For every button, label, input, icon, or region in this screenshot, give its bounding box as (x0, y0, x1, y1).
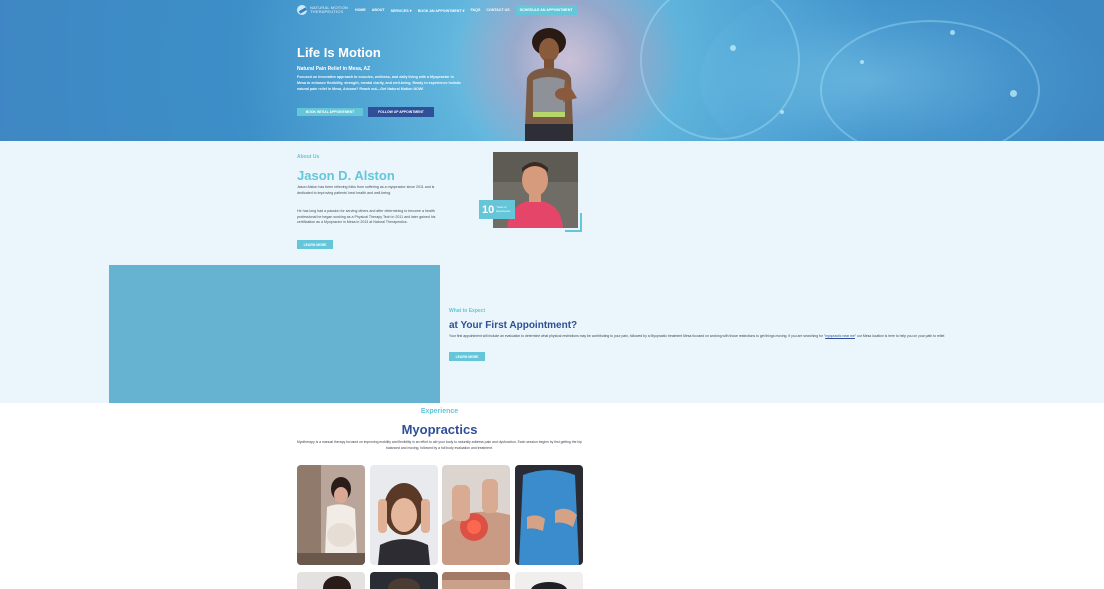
service-image-row2-3 (442, 572, 510, 589)
headache-image (370, 465, 438, 565)
hero-background-dot (730, 45, 736, 51)
service-image-row2-4 (515, 572, 583, 589)
knee-pain-image (442, 465, 510, 565)
appointment-image-placeholder (109, 265, 440, 403)
about-name-heading: Jason D. Alston (297, 168, 395, 183)
hero-background-dot (780, 110, 784, 114)
hero-description: Focused on innovative approach to muscle… (297, 75, 462, 91)
service-image-row2-2 (370, 572, 438, 589)
about-section: About Us Jason D. Alston Jason Alston ha… (0, 141, 1104, 265)
hero-woman-image (525, 28, 577, 141)
appointment-eyebrow: What to Expect (449, 308, 486, 314)
nav-item-home[interactable]: HOME (355, 8, 366, 12)
nav-item-book[interactable]: BOOK AN APPOINTMENT▾ (418, 8, 465, 13)
about-paragraph-2: He has long had a passion for serving ot… (297, 209, 436, 224)
service-card-row2-2[interactable] (370, 572, 438, 589)
nav-item-about[interactable]: ABOUT (372, 8, 385, 12)
experience-badge: 10 Years of Experience (479, 200, 515, 219)
appointment-description: Your first appointment will include an e… (449, 334, 1104, 340)
hero-title: Life Is Motion (297, 45, 381, 60)
page: NATURAL MOTION THERAPEUTICS HOME ABOUT S… (0, 0, 1104, 589)
appointment-title: at Your First Appointment? (449, 320, 578, 331)
book-initial-appointment-button[interactable]: BOOK INITIAL APPOINTMENT (297, 108, 363, 116)
hero-subtitle: Natural Pain Relief in Mesa, AZ (297, 66, 371, 72)
experience-title: Myopractics (401, 422, 478, 437)
nav-item-services-label: SERVICES (390, 8, 409, 13)
service-image-row2-1 (297, 572, 365, 589)
about-learn-more-button[interactable]: LEARN MORE (297, 240, 333, 249)
service-card-row2-1[interactable] (297, 572, 365, 589)
hero-section: NATURAL MOTION THERAPEUTICS HOME ABOUT S… (0, 0, 1104, 141)
about-eyebrow: About Us (297, 154, 320, 160)
service-card-pregnancy[interactable] (297, 465, 365, 565)
follow-up-appointment-button[interactable]: FOLLOW UP APPOINTMENT (368, 107, 434, 117)
service-card-back-pain[interactable] (515, 465, 583, 565)
hero-background-dot (1010, 90, 1017, 97)
logo-text: NATURAL MOTION THERAPEUTICS (310, 6, 348, 14)
schedule-appointment-button[interactable]: SCHEDULE AN APPOINTMENT (515, 5, 577, 15)
site-logo[interactable]: NATURAL MOTION THERAPEUTICS (297, 5, 349, 15)
appointment-learn-more-button[interactable]: LEARN MORE (449, 352, 485, 361)
nav-item-faqs[interactable]: FAQS (471, 8, 481, 12)
appointment-section: What to Expect at Your First Appointment… (0, 265, 1104, 403)
experience-section: Experience Myopractics Myotherapy is a m… (0, 403, 1104, 589)
pregnancy-image (297, 465, 365, 565)
myopractic-near-me-link[interactable]: myopractic near me (825, 334, 855, 338)
service-card-row2-4[interactable] (515, 572, 583, 589)
badge-label: Years of Experience (496, 205, 511, 213)
badge-number: 10 (482, 203, 495, 216)
logo-line2: THERAPEUTICS (310, 9, 344, 14)
service-card-headache[interactable] (370, 465, 438, 565)
service-card-row2-3[interactable] (442, 572, 510, 589)
chevron-down-icon: ▾ (409, 7, 412, 13)
service-card-knee-pain[interactable] (442, 465, 510, 565)
hero-background-dot (860, 60, 864, 64)
hero-background-dot (950, 30, 955, 35)
experience-eyebrow: Experience (420, 408, 459, 415)
experience-description: Myotherapy is a manual therapy focused o… (297, 440, 582, 450)
nav-item-book-label: BOOK AN APPOINTMENT (417, 8, 462, 13)
nav-item-contact[interactable]: CONTACT US (486, 8, 509, 12)
appointment-desc-part1: Your first appointment will include an e… (449, 334, 826, 338)
chevron-down-icon: ▾ (462, 7, 465, 13)
logo-icon (297, 5, 307, 15)
back-pain-image (515, 465, 583, 565)
appointment-desc-part2: " our Mesa location is here to help you … (854, 334, 946, 338)
about-paragraph-1: Jason Alston has been relieving folks fr… (297, 185, 435, 195)
nav-item-services[interactable]: SERVICES▾ (391, 8, 412, 13)
top-nav: NATURAL MOTION THERAPEUTICS HOME ABOUT S… (297, 3, 587, 17)
